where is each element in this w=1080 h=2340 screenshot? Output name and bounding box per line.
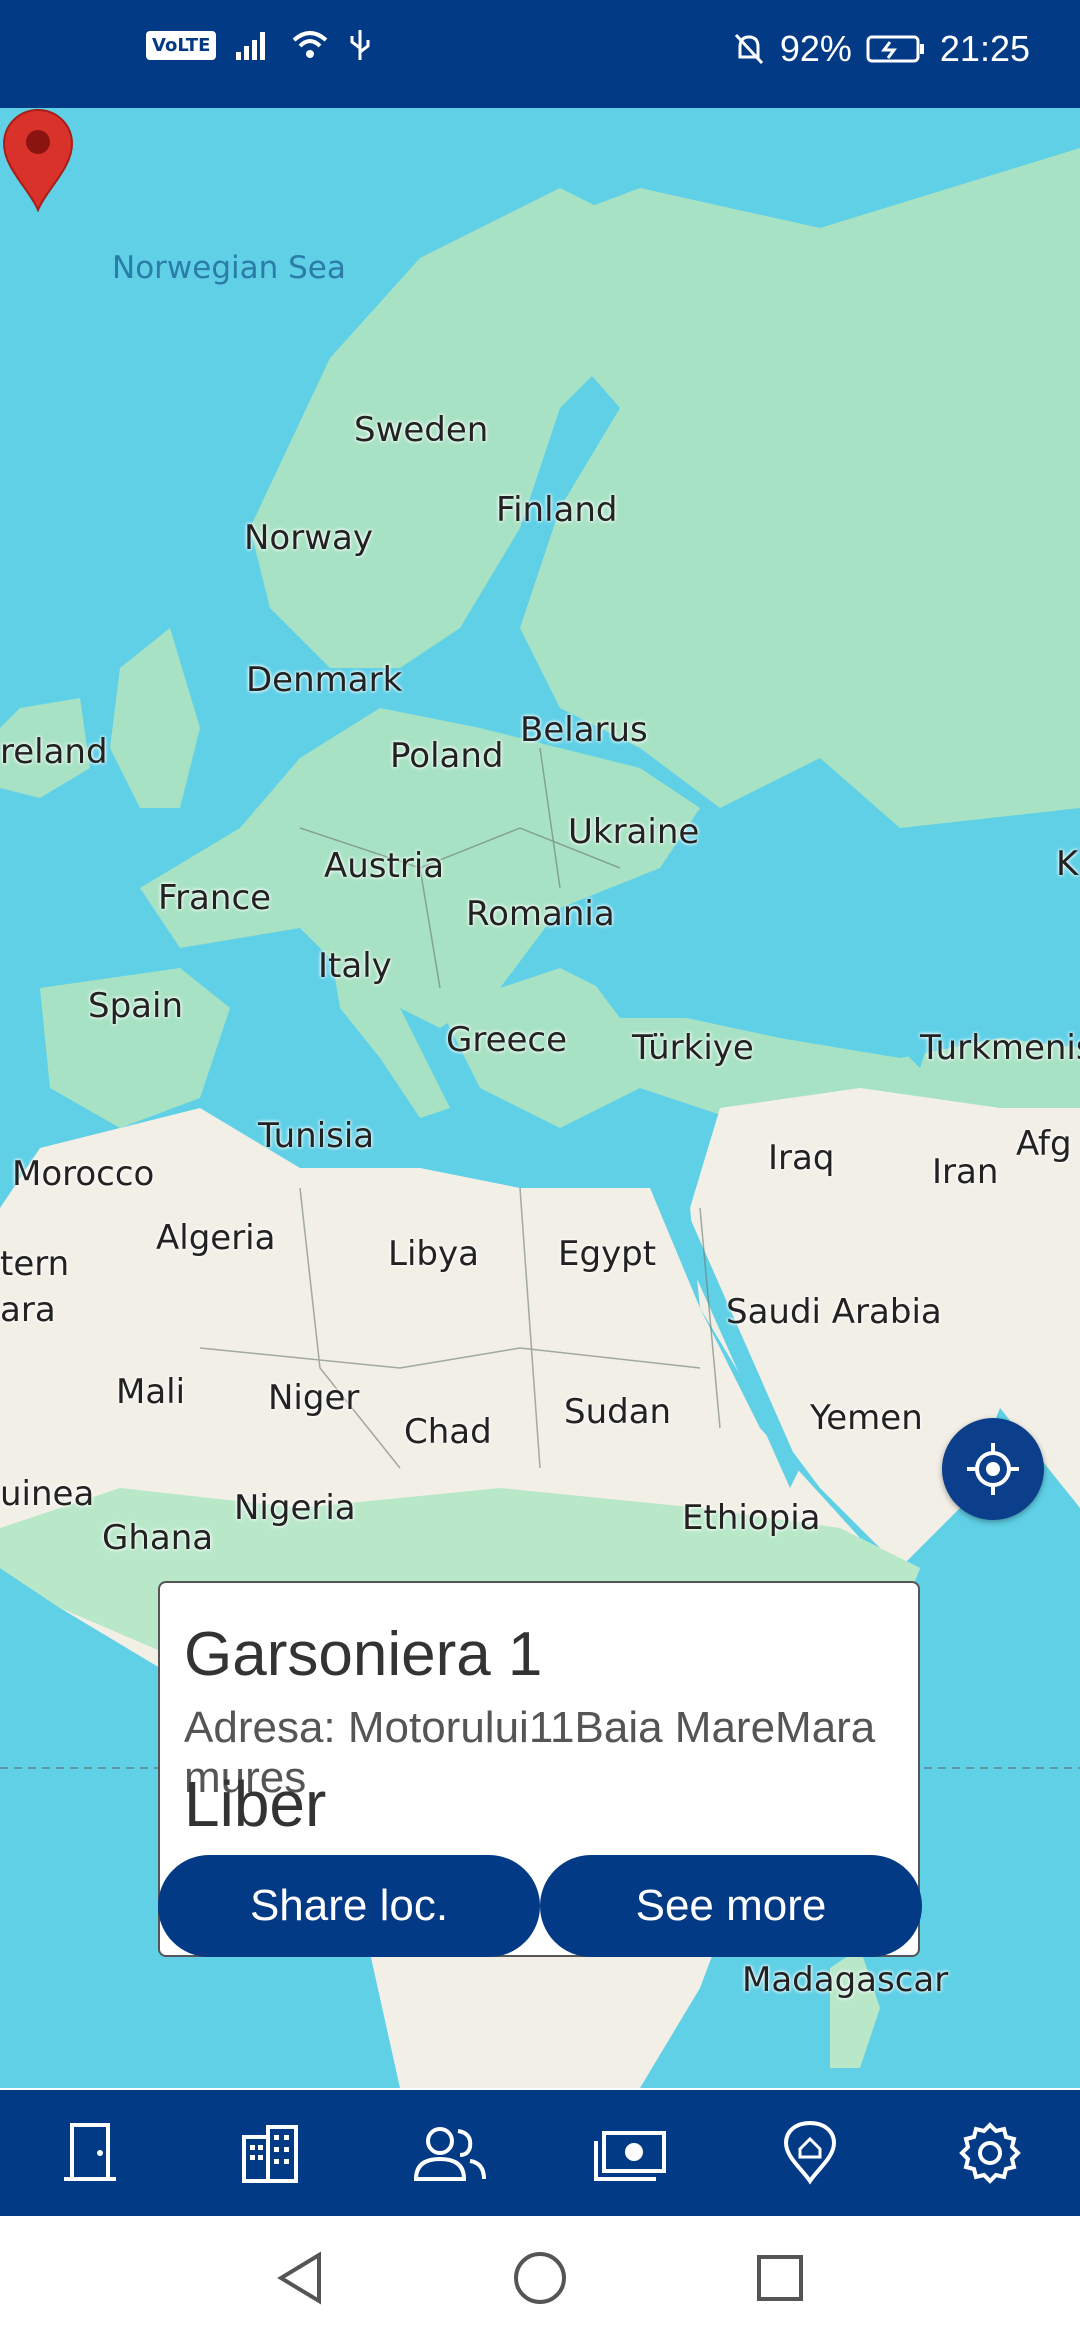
recents-icon [757,2255,803,2301]
map-label: Mali [116,1372,186,1412]
map-label: Denmark [246,660,403,700]
back-icon [277,2251,321,2305]
map-label: Sweden [354,410,489,450]
map-label: Iraq [768,1138,835,1178]
usb-icon [350,30,370,60]
my-location-button[interactable] [942,1418,1044,1520]
map-label: Norway [244,518,373,558]
recents-button[interactable] [750,2248,810,2308]
bottom-navigation [0,2090,1080,2216]
map-label: Belarus [520,710,648,750]
wifi-icon [293,31,328,58]
settings-icon [959,2122,1021,2184]
map-label: Egypt [558,1234,657,1274]
property-title: Garsoniera 1 [184,1620,543,1689]
clock: 21:25 [939,28,1030,69]
system-navigation [0,2216,1080,2340]
map-label: Saudi Arabia [726,1292,942,1332]
map-label: Tunisia [258,1116,375,1156]
volte-badge: VoLTE [146,30,217,60]
nav-map[interactable] [750,2093,870,2213]
battery-charging-icon [866,35,924,63]
mute-icon [734,33,763,65]
map-label: K [1056,844,1079,884]
location-pin-icon[interactable] [0,108,76,212]
map-label: Niger [268,1378,360,1418]
map-label: Ethiopia [682,1498,821,1538]
nav-tenants[interactable] [390,2093,510,2213]
building-icon [242,2125,298,2183]
location-icon [783,2121,837,2185]
nav-buildings[interactable] [210,2093,330,2213]
map-label: Poland [390,736,504,776]
map-label: Afg [1016,1124,1072,1164]
map-label: Norwegian Sea [112,250,346,286]
map-label: Algeria [156,1218,276,1258]
status-right: 92% 21:25 [732,28,1030,70]
nav-settings[interactable] [930,2093,1050,2213]
map-label: uinea [0,1474,95,1514]
share-location-button[interactable]: Share loc. [158,1855,540,1957]
back-button[interactable] [270,2248,330,2308]
map-label: ara [0,1290,56,1330]
map-label: France [158,878,272,918]
property-info-card: Garsoniera 1 Adresa: Motorului11Baia Mar… [158,1581,922,1957]
map-label: Libya [388,1234,479,1274]
status-bar: VoLTE 92% 21:25 [0,0,1080,108]
home-icon [514,2252,566,2304]
map-label: Türkiye [632,1028,754,1068]
map-label: Nigeria [234,1488,356,1528]
map-label: Chad [404,1412,492,1452]
map-label: Ghana [102,1518,214,1558]
map-label: Romania [466,894,615,934]
people-icon [413,2127,486,2181]
map-label: Austria [324,846,445,886]
signal-icon [236,32,266,60]
map-label: Turkmenis [920,1028,1080,1068]
map-label: Ukraine [568,812,700,852]
map-label: Greece [446,1020,568,1060]
map-label: tern [0,1244,70,1284]
map-label: Morocco [12,1154,155,1194]
map-label: reland [0,732,108,772]
map-label: Sudan [564,1392,672,1432]
map-label: Spain [88,986,183,1026]
map-label: Madagascar [742,1960,949,2000]
see-more-button[interactable]: See more [540,1855,922,1957]
status-left: VoLTE [146,28,372,62]
map-label: Iran [932,1152,999,1192]
map-label: Finland [496,490,618,530]
crosshair-icon [967,1443,1019,1495]
nav-rooms[interactable] [30,2093,150,2213]
battery-percent: 92% [779,28,852,69]
map-label: Italy [318,946,392,986]
map-label: Yemen [810,1398,923,1438]
nav-payments[interactable] [570,2093,690,2213]
door-icon [64,2123,116,2181]
property-status: Liber [184,1768,327,1840]
money-icon [594,2131,666,2181]
home-button[interactable] [510,2248,570,2308]
